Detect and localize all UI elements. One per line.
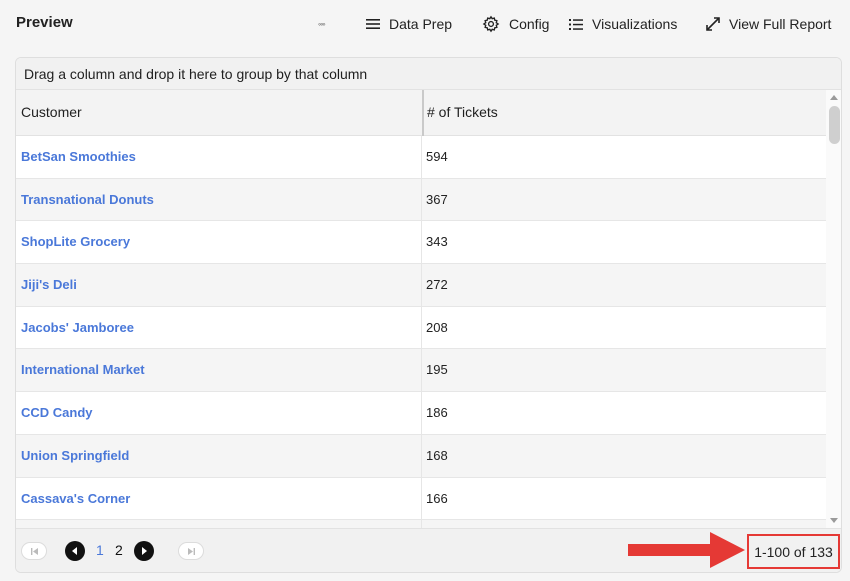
table-row: Jiji's Deli 272 <box>16 264 826 307</box>
preview-panel: Preview ◦◦◦ Data Prep Config Visualizati… <box>0 0 850 581</box>
config-button[interactable]: Config <box>482 14 549 34</box>
customer-link[interactable]: ShopLite Grocery <box>16 221 422 264</box>
customer-link[interactable]: Union Springfield <box>16 434 422 477</box>
customer-link[interactable]: Jacobs' Jamboree <box>16 306 422 349</box>
customer-link[interactable]: Jiji's Deli <box>16 264 422 306</box>
table-row: CCD Candy 186 <box>16 392 826 435</box>
more-options-button[interactable]: ◦◦◦ <box>318 14 326 34</box>
list-icon <box>569 18 583 30</box>
table-row: International Market 195 <box>16 349 826 393</box>
column-header-tickets[interactable]: # of Tickets <box>422 90 826 136</box>
gear-icon <box>482 15 500 33</box>
table-row <box>16 520 826 528</box>
vertical-scrollbar[interactable] <box>826 90 841 528</box>
table-row: Cassava's Corner 166 <box>16 477 826 521</box>
ticket-count <box>422 520 426 528</box>
customer-link[interactable]: CCD Candy <box>16 392 422 434</box>
page-number-2[interactable]: 2 <box>115 542 123 558</box>
visualizations-label: Visualizations <box>592 16 678 32</box>
data-grid: Drag a column and drop it here to group … <box>15 57 842 573</box>
scrollbar-thumb[interactable] <box>829 106 840 144</box>
data-prep-label: Data Prep <box>389 16 453 32</box>
config-label: Config <box>509 16 550 32</box>
expand-icon <box>706 17 720 31</box>
page-number-1[interactable]: 1 <box>96 542 104 558</box>
more-icon: ◦◦◦ <box>318 19 326 29</box>
ticket-count: 166 <box>426 490 448 506</box>
view-full-report-button[interactable]: View Full Report <box>706 14 831 34</box>
column-header-customer[interactable]: Customer <box>16 90 422 136</box>
record-count: 1-100 of 133 <box>747 534 840 569</box>
ticket-count: 208 <box>426 319 448 335</box>
table-row: Jacobs' Jamboree 208 <box>16 306 826 350</box>
red-arrow-annotation-icon <box>628 532 745 568</box>
menu-lines-icon <box>366 19 380 29</box>
visualizations-button[interactable]: Visualizations <box>569 14 677 34</box>
first-page-icon <box>30 547 38 555</box>
ticket-count: 186 <box>426 405 448 421</box>
table-body: BetSan Smoothies 594 Transnational Donut… <box>16 136 826 528</box>
data-prep-button[interactable]: Data Prep <box>366 14 452 34</box>
ticket-count: 343 <box>426 234 448 250</box>
view-full-report-label: View Full Report <box>729 16 832 32</box>
customer-link[interactable] <box>16 520 422 528</box>
group-by-drop-zone[interactable]: Drag a column and drop it here to group … <box>16 58 841 90</box>
ticket-count: 367 <box>426 191 448 207</box>
caret-right-icon <box>142 547 147 555</box>
scroll-down-icon[interactable] <box>830 518 838 523</box>
customer-link[interactable]: International Market <box>16 349 422 392</box>
customer-link[interactable]: Transnational Donuts <box>16 178 422 221</box>
table-row: BetSan Smoothies 594 <box>16 136 826 179</box>
ticket-count: 594 <box>426 149 448 164</box>
ticket-count: 168 <box>426 447 448 463</box>
customer-link[interactable]: Cassava's Corner <box>16 477 422 520</box>
scroll-up-icon[interactable] <box>830 95 838 100</box>
next-page-button[interactable] <box>134 541 154 561</box>
caret-left-icon <box>72 547 77 555</box>
table-row: Transnational Donuts 367 <box>16 178 826 222</box>
table-row: Union Springfield 168 <box>16 434 826 478</box>
ticket-count: 195 <box>426 362 448 378</box>
table-header: Customer # of Tickets <box>16 90 826 136</box>
page-title: Preview <box>16 14 73 31</box>
customer-link[interactable]: BetSan Smoothies <box>16 136 422 178</box>
previous-page-button[interactable] <box>65 541 85 561</box>
last-page-icon <box>187 547 195 555</box>
ticket-count: 272 <box>426 277 448 293</box>
first-page-button[interactable] <box>21 542 47 560</box>
last-page-button[interactable] <box>178 542 204 560</box>
table-row: ShopLite Grocery 343 <box>16 221 826 265</box>
preview-header: Preview ◦◦◦ Data Prep Config Visualizati… <box>0 0 850 48</box>
